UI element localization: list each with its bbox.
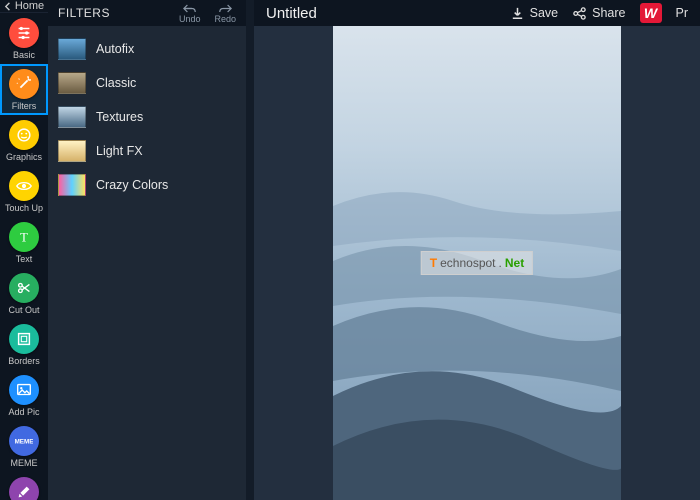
tool-cutout[interactable]: Cut Out <box>0 268 48 319</box>
home-label: Home <box>15 0 44 12</box>
sticker-icon <box>9 120 39 150</box>
tool-basic[interactable]: Basic <box>0 13 48 64</box>
tool-basic-label: Basic <box>13 50 35 60</box>
save-label: Save <box>530 6 559 20</box>
filter-label: Textures <box>96 110 143 124</box>
thumb-icon <box>58 106 86 128</box>
print-button[interactable]: Pr <box>676 6 689 20</box>
tool-strip: Home Basic Filters Graphics Touch Up <box>0 0 48 500</box>
filters-panel: FILTERS Undo Redo Autofix Classic <box>48 0 246 500</box>
thumb-icon <box>58 140 86 162</box>
download-icon <box>510 6 525 21</box>
tool-cutout-label: Cut Out <box>8 305 39 315</box>
thumb-icon <box>58 72 86 94</box>
tool-paint[interactable]: Paint <box>0 472 48 500</box>
eye-icon <box>9 171 39 201</box>
home-button[interactable]: Home <box>0 0 48 13</box>
share-label: Share <box>592 6 625 20</box>
share-button[interactable]: Share <box>572 6 625 21</box>
tool-meme[interactable]: MEME MEME <box>0 421 48 472</box>
filter-item-classic[interactable]: Classic <box>48 66 246 100</box>
undo-button[interactable]: Undo <box>179 3 201 24</box>
filter-list: Autofix Classic Textures Light FX Crazy … <box>48 26 246 208</box>
undo-label: Undo <box>179 14 201 24</box>
share-icon <box>572 6 587 21</box>
undo-icon <box>183 3 197 14</box>
tool-addpic[interactable]: Add Pic <box>0 370 48 421</box>
filter-item-textures[interactable]: Textures <box>48 100 246 134</box>
tool-touchup-label: Touch Up <box>5 203 43 213</box>
meme-icon: MEME <box>9 426 39 456</box>
tool-borders-label: Borders <box>8 356 40 366</box>
canvas-body[interactable]: Technospot.Net <box>254 26 700 500</box>
sliders-icon <box>9 18 39 48</box>
paintbrush-icon <box>9 477 39 500</box>
filter-item-autofix[interactable]: Autofix <box>48 32 246 66</box>
watermark-t: T <box>430 256 437 270</box>
canvas-area: Untitled Save Share W Pr <box>254 0 700 500</box>
panel-divider <box>246 0 254 500</box>
thumb-icon <box>58 38 86 60</box>
filter-label: Autofix <box>96 42 134 56</box>
tool-borders[interactable]: Borders <box>0 319 48 370</box>
magic-wand-icon <box>9 69 39 99</box>
redo-icon <box>218 3 232 14</box>
canvas-toolbar: Untitled Save Share W Pr <box>254 0 700 26</box>
watermark-n: Net <box>505 256 524 270</box>
tool-filters[interactable]: Filters <box>0 64 48 115</box>
tool-text-label: Text <box>16 254 33 264</box>
tool-touchup[interactable]: Touch Up <box>0 166 48 217</box>
save-button[interactable]: Save <box>510 6 559 21</box>
redo-button[interactable]: Redo <box>214 3 236 24</box>
chevron-left-icon <box>4 2 13 11</box>
redo-label: Redo <box>214 14 236 24</box>
tool-graphics-label: Graphics <box>6 152 42 162</box>
text-icon: T <box>9 222 39 252</box>
svg-text:T: T <box>20 231 28 245</box>
watermark-mid: echnospot <box>440 256 495 270</box>
image-icon <box>9 375 39 405</box>
thumb-icon <box>58 174 86 196</box>
svg-text:MEME: MEME <box>15 439 33 446</box>
filter-item-lightfx[interactable]: Light FX <box>48 134 246 168</box>
panel-title: FILTERS <box>58 6 110 20</box>
document-title: Untitled <box>266 5 317 22</box>
tool-meme-label: MEME <box>11 458 38 468</box>
tool-addpic-label: Add Pic <box>8 407 39 417</box>
tool-graphics[interactable]: Graphics <box>0 115 48 166</box>
walgreens-brand-icon[interactable]: W <box>640 3 662 23</box>
filter-label: Light FX <box>96 144 143 158</box>
scissors-icon <box>9 273 39 303</box>
frame-icon <box>9 324 39 354</box>
filter-label: Classic <box>96 76 136 90</box>
filter-label: Crazy Colors <box>96 178 168 192</box>
tool-text[interactable]: T Text <box>0 217 48 268</box>
tool-filters-label: Filters <box>12 101 37 111</box>
filter-item-crazycolors[interactable]: Crazy Colors <box>48 168 246 202</box>
watermark: Technospot.Net <box>421 251 533 275</box>
